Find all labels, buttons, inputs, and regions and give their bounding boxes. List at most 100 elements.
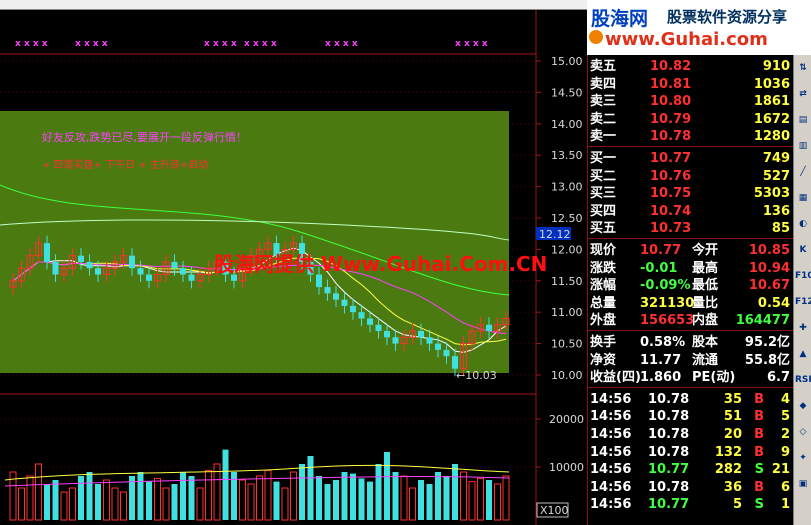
fundamental-value: 1.860 [640, 370, 682, 386]
logo-title: 股海网 [591, 8, 649, 30]
candle-body [188, 274, 195, 281]
candle-body [78, 255, 84, 262]
ask-volume: 1672 [753, 111, 790, 127]
volume-bar [154, 477, 161, 521]
annotation-2: + 四周买盘+ 下午日 + 主升浪+启动 [42, 158, 208, 171]
ask-volume: 1861 [753, 94, 790, 110]
stat-value: 10.94 [748, 260, 790, 276]
volume-bar [78, 476, 84, 520]
quote-panel: 卖五 10.82 910 卖四 10.81 1036 卖三 10.80 1861 卖二 10.79 1… [587, 55, 794, 525]
candle-body [324, 287, 331, 294]
stat-label: 涨跌 [590, 260, 617, 276]
tool-button[interactable]: ✦ [795, 449, 811, 467]
bid-label: 买一 [590, 151, 617, 166]
tool-button[interactable]: ⇄ [795, 85, 811, 103]
tool-button[interactable]: ⇅ [795, 59, 811, 77]
volume-bar [35, 463, 42, 521]
tool-button[interactable]: ✚ [795, 319, 811, 337]
volume-bar [26, 475, 34, 521]
volume-tick-label: 20000 [549, 413, 584, 426]
stat-row[interactable]: 涨幅 -0.09% 最低 10.67 [588, 276, 794, 295]
tool-button[interactable]: RSI [795, 371, 811, 389]
tool-button[interactable]: K [795, 241, 811, 259]
tool-button[interactable]: ▥ [795, 137, 811, 155]
candle-body [452, 356, 458, 369]
stat-label: 今开 [692, 243, 719, 258]
price-tick-label: 14.00 [551, 118, 583, 131]
stat-row[interactable]: 总量 321130 量比 0.54 [588, 294, 794, 313]
stat-label: 最高 [692, 260, 719, 276]
volume-bar [247, 483, 255, 521]
tool-button[interactable]: ▤ [795, 111, 811, 129]
ask-row[interactable]: 卖二 10.79 1672 [588, 110, 794, 129]
tick-row[interactable]: 14:56 10.78 132 B 9 [588, 443, 794, 462]
tool-button[interactable]: ◐ [795, 215, 811, 233]
stat-label: 外盘 [590, 313, 617, 329]
fundamental-row[interactable]: 换手 0.58% 股本 95.2亿 [588, 333, 794, 352]
candle-body [350, 305, 356, 313]
volume-bar [264, 469, 272, 521]
fundamental-row[interactable]: 收益(四) 1.860 PE(动) 6.7 [588, 368, 794, 387]
tick-time: 14:56 [590, 409, 632, 425]
globe-icon [589, 30, 603, 44]
stat-value: 0.54 [757, 295, 790, 311]
ask-row[interactable]: 卖四 10.81 1036 [588, 75, 794, 94]
bid-volume: 85 [771, 221, 790, 237]
tool-button[interactable]: ◇ [795, 423, 811, 441]
bid-row[interactable]: 买二 10.76 527 [588, 167, 794, 186]
tool-button[interactable]: ▲ [795, 345, 811, 363]
fundamental-row[interactable]: 净资 11.77 流通 55.8亿 [588, 351, 794, 370]
tick-row[interactable]: 14:56 10.78 35 B 4 [588, 390, 794, 409]
tick-row[interactable]: 14:56 10.77 5 S 1 [588, 495, 794, 514]
ask-row[interactable]: 卖一 10.78 1280 [588, 127, 794, 146]
bid-label: 买三 [590, 186, 617, 202]
tool-button[interactable]: ▣ [795, 475, 811, 493]
volume-bar [452, 464, 458, 520]
volume-bar [367, 481, 373, 520]
price-tick-label: 11.50 [551, 275, 583, 288]
stat-value: 321130 [640, 295, 695, 311]
tick-row[interactable]: 14:56 10.78 36 B 6 [588, 478, 794, 497]
tick-row[interactable]: 14:56 10.78 20 B 2 [588, 425, 794, 444]
tick-row[interactable]: 14:56 10.78 51 B 5 [588, 407, 794, 426]
stat-row[interactable]: 现价 10.77 今开 10.85 [588, 241, 794, 260]
ask-label: 卖五 [590, 59, 617, 74]
tick-count: 9 [780, 444, 790, 460]
bid-row[interactable]: 买一 10.77 749 [588, 149, 794, 168]
ask-row[interactable]: 卖五 10.82 910 [588, 57, 794, 76]
candle-body [435, 343, 441, 350]
candle-body [367, 318, 373, 325]
tool-button[interactable]: ▦ [795, 189, 811, 207]
volume-bar [502, 475, 510, 521]
stat-label: 量比 [692, 295, 719, 311]
fundamental-value: 95.2亿 [744, 335, 790, 350]
fundamental-label: 流通 [692, 352, 719, 368]
bid-price: 10.73 [650, 221, 692, 237]
bid-row[interactable]: 买四 10.74 136 [588, 202, 794, 221]
signal-marker-group: x x x x [325, 39, 358, 49]
stat-label: 最低 [692, 278, 719, 294]
bid-row[interactable]: 买三 10.75 5303 [588, 184, 794, 203]
tool-button[interactable]: ◆ [795, 397, 811, 415]
volume-bar [111, 487, 119, 521]
bid-label: 买四 [590, 203, 617, 219]
tick-row[interactable]: 14:56 10.77 282 S 21 [588, 460, 794, 479]
tool-button[interactable]: ╱ [795, 163, 811, 181]
bid-price: 10.76 [650, 168, 692, 184]
stat-value: 164477 [735, 313, 790, 329]
ask-row[interactable]: 卖三 10.80 1861 [588, 92, 794, 111]
candle-body [443, 349, 450, 357]
stat-row[interactable]: 外盘 156653 内盘 164477 [588, 311, 794, 330]
price-tick-label: 10.00 [551, 369, 583, 382]
stat-row[interactable]: 涨跌 -0.01 最高 10.94 [588, 259, 794, 278]
tool-button[interactable]: F10 [795, 267, 811, 285]
ask-price: 10.78 [650, 129, 692, 145]
logo-banner[interactable]: 股海网 股票软件资源分享 www.Guhai.com [587, 0, 811, 55]
volume-bar [205, 469, 212, 521]
volume-bar [324, 484, 331, 520]
stat-value: -0.01 [640, 260, 678, 276]
volume-bar [137, 472, 144, 520]
bid-row[interactable]: 买五 10.73 85 [588, 219, 794, 238]
tick-volume: 132 [714, 444, 742, 460]
tool-button[interactable]: F12 [795, 293, 811, 311]
